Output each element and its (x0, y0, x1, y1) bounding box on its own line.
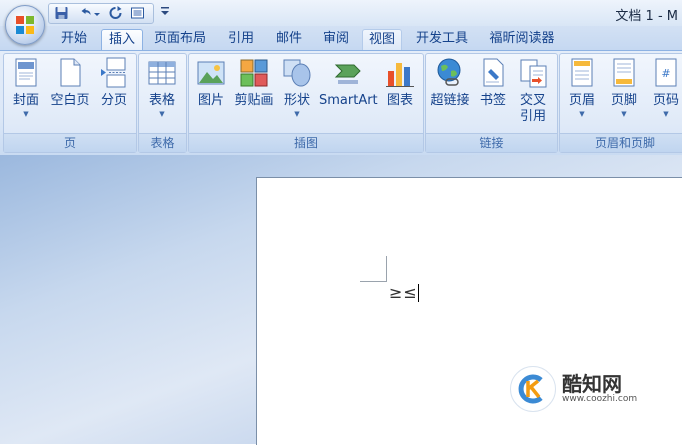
shapes-button[interactable]: 形状 ▼ (279, 57, 315, 119)
picture-button[interactable]: 图片 (193, 57, 229, 109)
group-label-pages: 页 (4, 133, 136, 152)
page-number-button[interactable]: # 页码 ▼ (648, 57, 682, 119)
group-links: 超链接 书签 交叉 引用 链接 (425, 53, 558, 153)
bar-chart-icon (386, 63, 414, 87)
document-text[interactable]: ≥≤ (389, 283, 418, 302)
chart-label: 图表 (386, 93, 413, 108)
tab-developer[interactable]: 开发工具 (408, 29, 476, 49)
cross-reference-button[interactable]: 交叉 引用 (514, 57, 552, 125)
margin-corner-mark (360, 281, 386, 282)
tab-view[interactable]: 视图 (362, 29, 402, 51)
quick-access-toolbar (48, 3, 154, 24)
cross-reference-label-line1: 交叉 (519, 93, 546, 108)
blank-page-button[interactable]: 空白页 (48, 57, 92, 109)
customize-toolbar-icon[interactable] (160, 5, 170, 17)
watermark: 酷知网 www.coozhi.com (510, 362, 670, 414)
clip-art-icon (240, 59, 268, 87)
chart-button[interactable]: 图表 (381, 57, 419, 109)
hyperlink-button[interactable]: 超链接 (428, 57, 472, 109)
tab-mailings[interactable]: 邮件 (268, 29, 310, 49)
smartart-button[interactable]: SmartArt (319, 57, 378, 109)
page-number-icon: # (655, 58, 677, 87)
footer-icon (613, 58, 635, 87)
watermark-logo-icon (510, 366, 556, 412)
bookmark-label: 书签 (479, 93, 506, 108)
picture-icon (197, 61, 225, 85)
smartart-label: SmartArt (319, 93, 378, 108)
header-icon (571, 58, 593, 87)
header-button[interactable]: 页眉 ▼ (564, 57, 600, 119)
smartart-icon (334, 64, 361, 84)
dropdown-arrow-icon: ▼ (23, 110, 29, 118)
tab-page-layout[interactable]: 页面布局 (147, 29, 213, 49)
watermark-url: www.coozhi.com (562, 394, 638, 404)
dropdown-arrow-icon: ▼ (579, 110, 585, 118)
margin-corner-mark (386, 256, 387, 282)
svg-text:#: # (661, 67, 670, 80)
office-logo-icon (16, 16, 34, 34)
page-break-label: 分页 (100, 93, 127, 108)
page-number-label: 页码 (652, 93, 679, 108)
table-button[interactable]: 表格 ▼ (144, 57, 180, 119)
dropdown-arrow-icon: ▼ (621, 110, 627, 118)
blank-page-label: 空白页 (50, 93, 90, 108)
cross-reference-label-line2: 引用 (519, 109, 546, 124)
floppy-disk-icon[interactable] (53, 5, 70, 21)
table-label: 表格 (148, 93, 175, 108)
tab-home[interactable]: 开始 (53, 29, 95, 49)
tab-insert[interactable]: 插入 (101, 29, 143, 51)
group-illustrations: 图片 剪贴画 形状 ▼ SmartArt 图表 插图 (188, 53, 424, 153)
tab-review[interactable]: 审阅 (316, 29, 356, 49)
cover-page-button[interactable]: 封面 ▼ (8, 57, 44, 119)
page-break-button[interactable]: 分页 (96, 57, 132, 109)
ribbon: 封面 ▼ 空白页 分页 页 表格 ▼ 表格 图片 剪贴画 形状 ▼ SmartA… (0, 50, 682, 156)
office-button[interactable] (5, 5, 45, 45)
window-title: 文档 1 - M (615, 9, 678, 24)
group-table: 表格 ▼ 表格 (138, 53, 187, 153)
footer-label: 页脚 (610, 93, 637, 108)
clip-art-label: 剪贴画 (234, 93, 274, 108)
header-label: 页眉 (568, 93, 595, 108)
shapes-icon (283, 59, 311, 87)
bookmark-button[interactable]: 书签 (476, 57, 510, 109)
picture-label: 图片 (197, 93, 224, 108)
text-cursor (418, 284, 419, 302)
title-bar: 文档 1 - M (0, 0, 682, 26)
group-label-illustrations: 插图 (189, 133, 423, 152)
watermark-brand: 酷知网 (562, 372, 622, 396)
cover-page-icon (15, 58, 37, 87)
shapes-label: 形状 (283, 93, 310, 108)
print-preview-icon[interactable] (129, 5, 146, 21)
hyperlink-globe-icon (437, 58, 461, 86)
hyperlink-label: 超链接 (430, 93, 470, 108)
tab-foxit-reader[interactable]: 福昕阅读器 (482, 29, 562, 49)
repeat-icon[interactable] (107, 5, 124, 21)
group-pages: 封面 ▼ 空白页 分页 页 (3, 53, 137, 153)
group-label-header-footer: 页眉和页脚 (560, 133, 682, 152)
dropdown-arrow-icon: ▼ (663, 110, 669, 118)
undo-icon[interactable] (77, 5, 94, 21)
footer-button[interactable]: 页脚 ▼ (606, 57, 642, 119)
group-label-table: 表格 (139, 133, 186, 152)
undo-dropdown-icon[interactable] (93, 5, 101, 21)
blank-page-icon (60, 58, 81, 87)
cover-page-label: 封面 (12, 93, 39, 108)
dropdown-arrow-icon: ▼ (159, 110, 165, 118)
tab-references[interactable]: 引用 (220, 29, 262, 49)
dropdown-arrow-icon: ▼ (294, 110, 300, 118)
group-label-links: 链接 (426, 133, 557, 152)
group-header-footer: 页眉 ▼ 页脚 ▼ # 页码 ▼ 页眉和页脚 (559, 53, 682, 153)
clip-art-button[interactable]: 剪贴画 (233, 57, 275, 109)
table-icon (148, 61, 176, 85)
bookmark-icon (483, 58, 504, 87)
cross-reference-icon (520, 59, 547, 88)
page-break-icon (101, 57, 126, 88)
ribbon-tab-bar: 开始 插入 页面布局 引用 邮件 审阅 视图 开发工具 福昕阅读器 (0, 26, 682, 51)
